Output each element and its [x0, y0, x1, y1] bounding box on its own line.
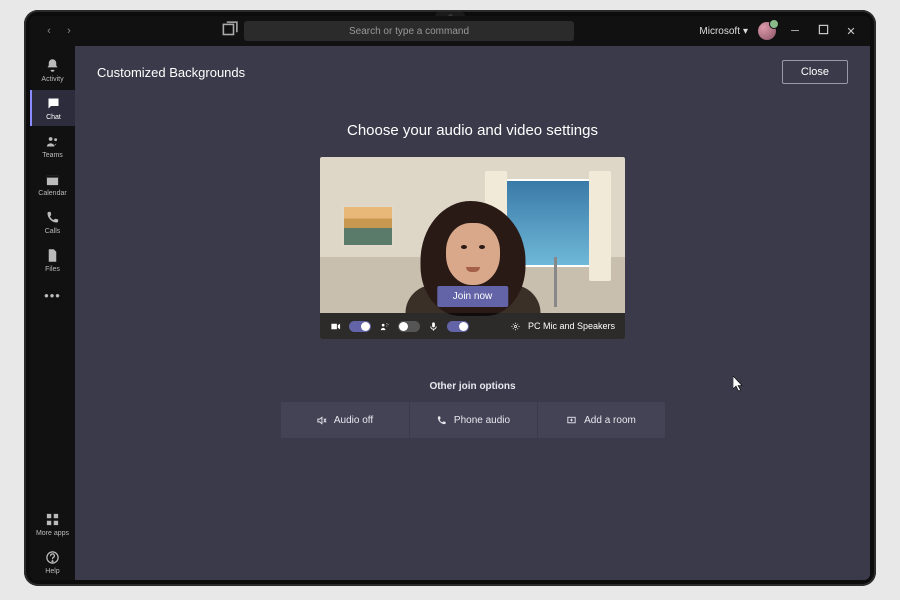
other-options-label: Other join options [429, 381, 515, 392]
rail-label: Teams [42, 152, 63, 159]
rail-chat[interactable]: Chat [30, 90, 75, 126]
mic-toggle[interactable] [447, 321, 469, 332]
minimize-icon[interactable]: ─ [786, 25, 804, 37]
nav-arrows: ‹ › [40, 25, 78, 37]
background-effects-icon [379, 321, 390, 332]
rail-label: More apps [36, 530, 69, 537]
panel-content: Choose your audio and video settings [75, 94, 870, 580]
camera-toggle[interactable] [349, 321, 371, 332]
org-label: Microsoft [699, 26, 740, 37]
phone-audio-button[interactable]: Phone audio [409, 402, 537, 438]
rail-help[interactable]: Help [30, 544, 75, 580]
search-input[interactable]: Search or type a command [244, 21, 574, 41]
lamp-prop [554, 257, 557, 307]
app-rail: Activity Chat Teams Calendar Calls [30, 46, 75, 580]
org-switcher[interactable]: Microsoft ▾ [699, 26, 748, 37]
device-selector[interactable]: PC Mic and Speakers [528, 321, 615, 331]
apps-icon [45, 512, 60, 527]
preview-controls: PC Mic and Speakers [320, 313, 625, 339]
rail-more-dots[interactable]: ••• [30, 280, 75, 311]
rail-label: Files [45, 266, 60, 273]
rail-calls[interactable]: Calls [30, 204, 75, 240]
chat-icon [46, 96, 61, 111]
help-icon [45, 550, 60, 565]
add-room-button[interactable]: Add a room [537, 402, 665, 438]
close-button[interactable]: Close [782, 60, 848, 84]
add-room-icon [566, 415, 577, 426]
rail-label: Calendar [38, 190, 66, 197]
rail-files[interactable]: Files [30, 242, 75, 278]
painting-prop [342, 205, 394, 247]
option-label: Phone audio [454, 415, 510, 426]
avatar[interactable] [758, 22, 776, 40]
phone-icon [436, 415, 447, 426]
rail-calendar[interactable]: Calendar [30, 166, 75, 202]
teams-icon [45, 134, 60, 149]
settings-heading: Choose your audio and video settings [347, 122, 598, 139]
audio-off-button[interactable]: Audio off [281, 402, 409, 438]
rail-label: Calls [45, 228, 61, 235]
rail-activity[interactable]: Activity [30, 52, 75, 88]
close-window-icon[interactable]: ✕ [842, 25, 860, 38]
ellipsis-icon: ••• [44, 288, 61, 303]
camera-icon [330, 321, 341, 332]
curtain-prop [589, 171, 611, 281]
prejoin-panel: Customized Backgrounds Close Choose your… [75, 46, 870, 580]
titlebar: ‹ › Search or type a command Microsoft ▾… [30, 16, 870, 46]
calendar-icon [45, 172, 60, 187]
gear-icon [511, 322, 520, 331]
other-options-row: Audio off Phone audio Add a room [281, 402, 665, 438]
new-window-icon[interactable] [220, 21, 238, 42]
maximize-icon[interactable] [814, 24, 832, 38]
chevron-down-icon: ▾ [743, 26, 748, 37]
audio-off-icon [316, 415, 327, 426]
panel-title: Customized Backgrounds [97, 65, 245, 80]
tablet-frame: ‹ › Search or type a command Microsoft ▾… [24, 10, 876, 586]
rail-more-apps[interactable]: More apps [30, 506, 75, 542]
rail-teams[interactable]: Teams [30, 128, 75, 164]
file-icon [45, 248, 60, 263]
search-placeholder: Search or type a command [349, 26, 469, 37]
bell-icon [45, 58, 60, 73]
mic-icon [428, 321, 439, 332]
rail-label: Activity [41, 76, 63, 83]
option-label: Audio off [334, 415, 373, 426]
background-toggle[interactable] [398, 321, 420, 332]
video-preview: Join now PC Mic and Speakers [320, 157, 625, 339]
nav-forward-icon[interactable]: › [60, 25, 78, 37]
option-label: Add a room [584, 415, 636, 426]
join-now-button[interactable]: Join now [437, 286, 508, 307]
rail-label: Help [45, 568, 59, 575]
panel-header: Customized Backgrounds Close [75, 46, 870, 94]
phone-icon [45, 210, 60, 225]
rail-label: Chat [46, 114, 61, 121]
app-window: ‹ › Search or type a command Microsoft ▾… [30, 16, 870, 580]
nav-back-icon[interactable]: ‹ [40, 25, 58, 37]
